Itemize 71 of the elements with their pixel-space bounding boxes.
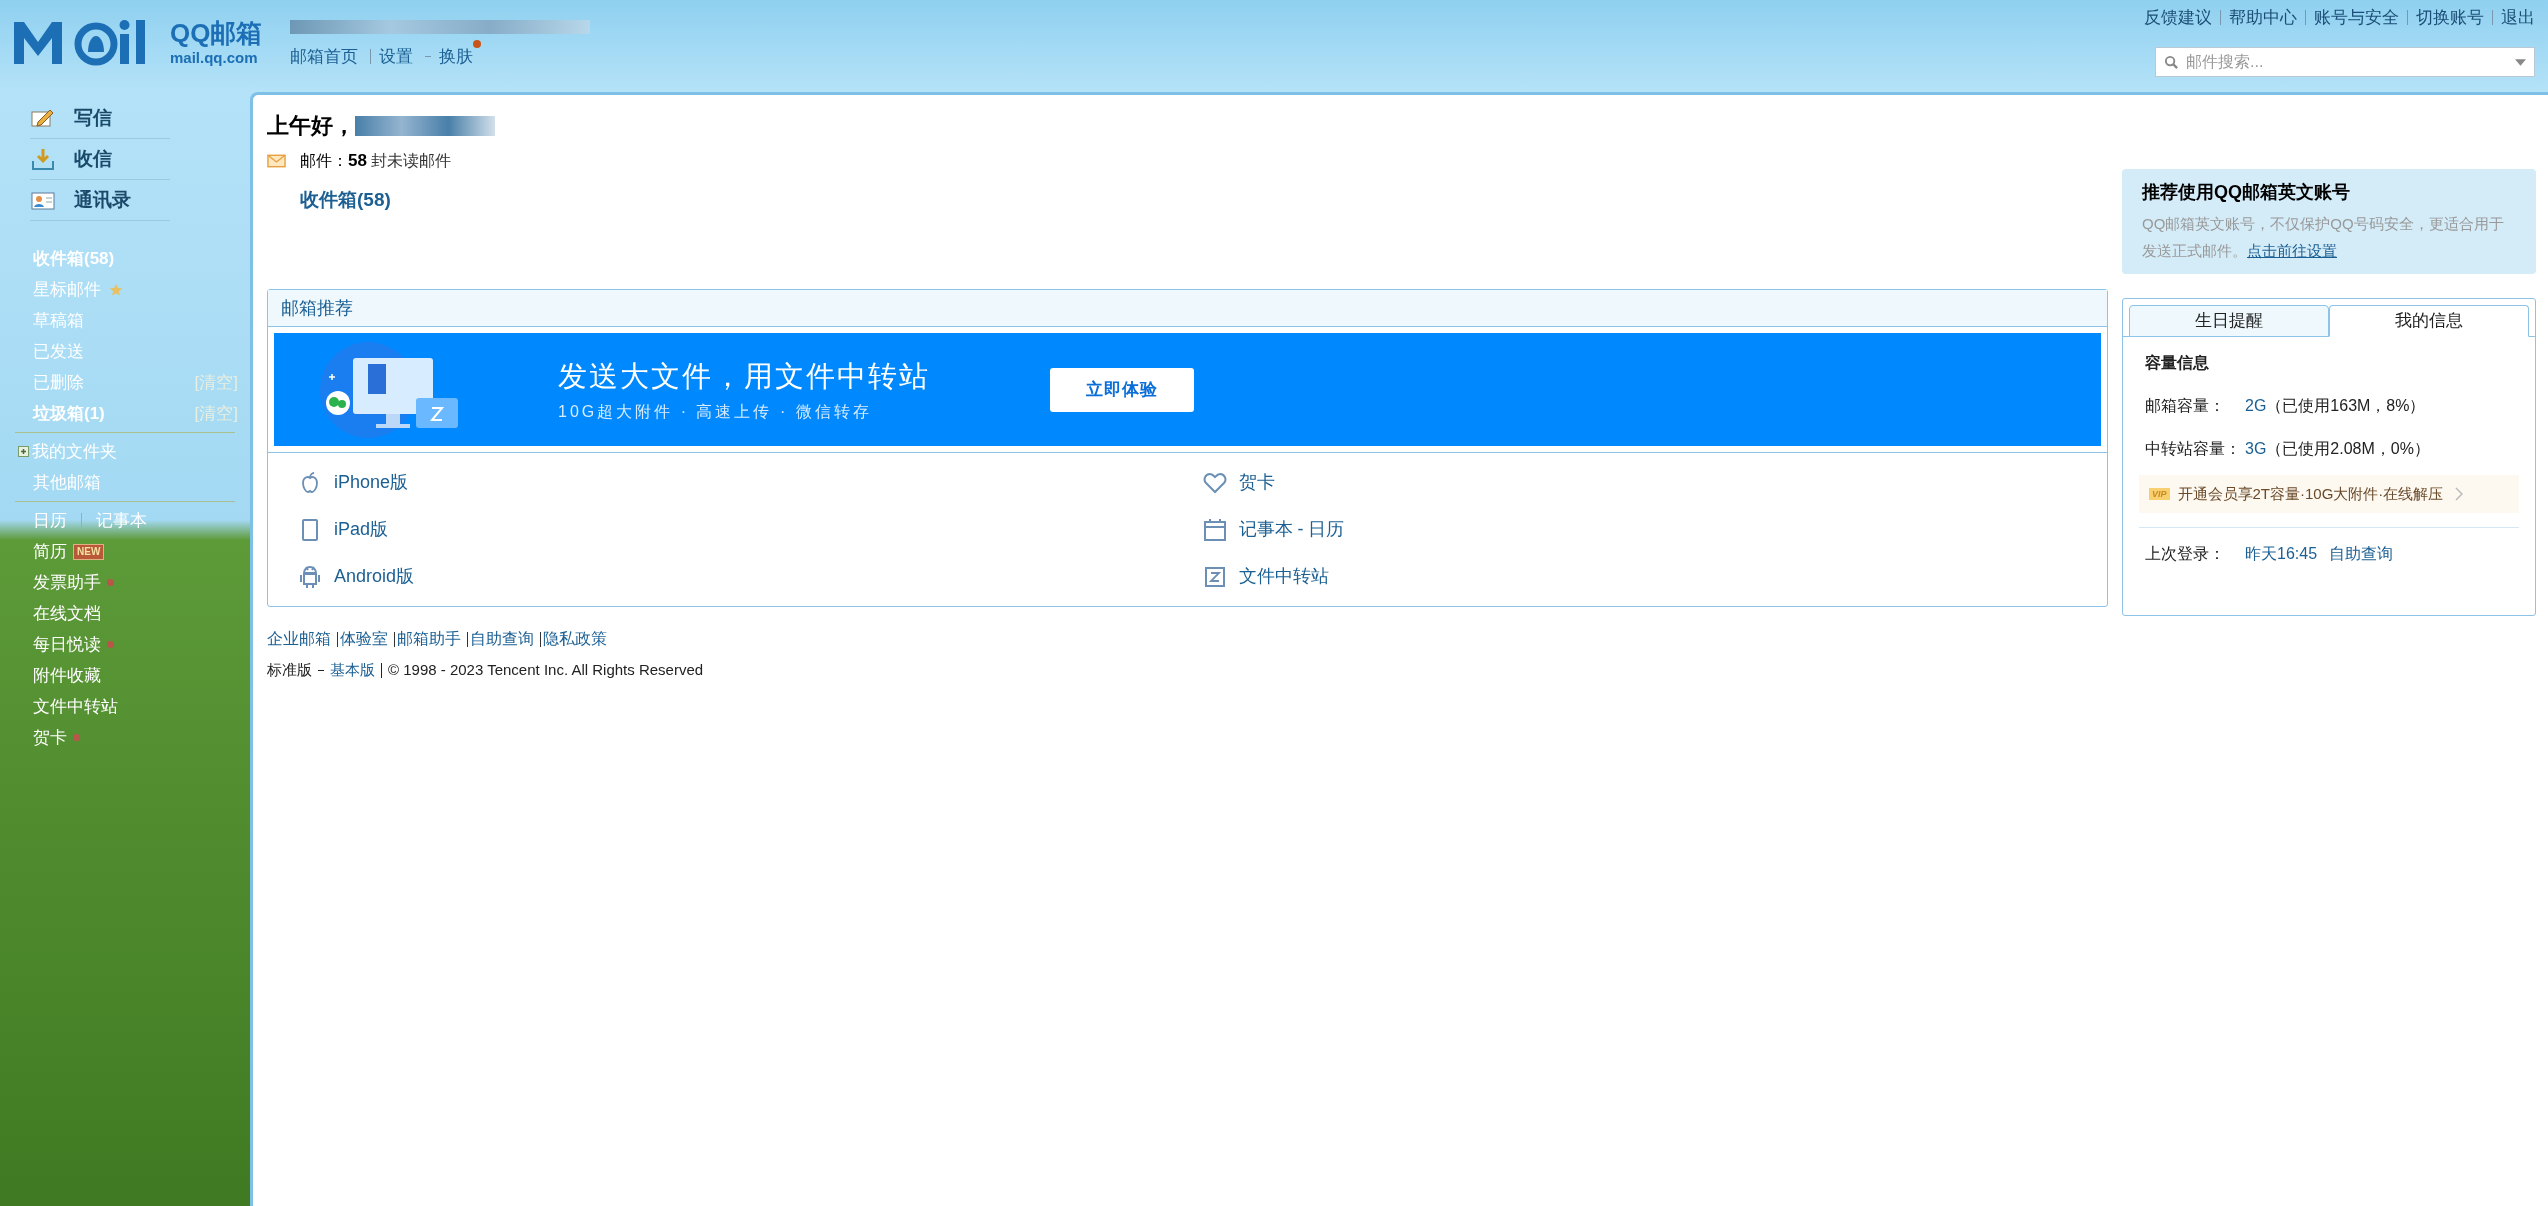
nav-link[interactable]: 设置 [379, 44, 417, 70]
top-link[interactable]: 账号与安全 [2314, 5, 2399, 31]
edition-label: 标准版 [267, 660, 312, 680]
sidebar-action[interactable]: 通讯录 [30, 180, 170, 221]
footer-link[interactable]: 自助查询 [470, 627, 534, 651]
capacity-value[interactable]: 2G [2245, 394, 2267, 418]
footer-link[interactable]: 体验室 [340, 627, 388, 651]
top-link[interactable]: 反馈建议 [2144, 5, 2212, 31]
promo-text: QQ邮箱英文账号，不仅保护QQ号码安全，更适合用于发送正式邮件。点击前往设置 [2142, 214, 2505, 261]
app-link[interactable]: 记事本 - 日历 [1202, 506, 2107, 553]
footer-link[interactable]: 邮箱助手 [397, 627, 461, 651]
vip-badge: VIP [2149, 488, 2170, 500]
sidebar-action[interactable]: 收信 [30, 139, 170, 180]
vip-offer-link[interactable]: VIP 开通会员享2T容量·10G大附件·在线解压 [2139, 475, 2519, 513]
inbox-link[interactable]: 收件箱(58) [300, 185, 391, 214]
usage-detail: （已使用2.08M，0%） [2266, 439, 2430, 459]
footer-link[interactable]: 隐私政策 [543, 627, 607, 651]
info-tab[interactable]: 生日提醒 [2129, 305, 2329, 337]
app-link[interactable]: 文件中转站 [1202, 553, 2107, 600]
card-title: 邮箱推荐 [268, 290, 2107, 327]
app-link[interactable]: Android版 [298, 553, 1203, 600]
tool-link[interactable]: 在线文档 [33, 600, 101, 627]
greeting: 上午好， [267, 112, 355, 140]
footer-link[interactable]: 企业邮箱 [267, 627, 331, 651]
section-heading: 容量信息 [2145, 353, 2210, 373]
info-label: 中转站容量： [2145, 439, 2242, 459]
tool-link[interactable]: 贺卡 [33, 724, 67, 751]
nav-link[interactable]: 邮箱首页 [290, 44, 362, 70]
banner-headline: 发送大文件，用文件中转站 [558, 358, 930, 394]
search-icon [2164, 54, 2179, 70]
unread-link[interactable]: 封未读邮件 [371, 152, 452, 169]
basic-version-link[interactable]: 基本版 [330, 659, 375, 682]
heart-icon [1202, 470, 1227, 495]
calendar-icon [1202, 517, 1227, 542]
info-tab[interactable]: 我的信息 [2329, 305, 2529, 337]
info-label: 上次登录： [2145, 544, 2226, 564]
banner-subline: 10G超大附件 · 高速上传 · 微信转存 [558, 402, 873, 423]
top-link[interactable]: 切换账号 [2416, 5, 2484, 31]
tool-link[interactable]: 每日悦读 [33, 631, 101, 658]
app-link[interactable]: 贺卡 [1202, 459, 2107, 506]
envelope-icon [267, 153, 286, 168]
tool-link[interactable]: 文件中转站 [33, 693, 118, 720]
top-link[interactable]: 帮助中心 [2229, 5, 2297, 31]
settings-link[interactable]: 点击前往设置 [2247, 242, 2337, 259]
login-time: 昨天16:45 [2245, 544, 2318, 564]
expand-toggle-icon[interactable] [18, 446, 29, 457]
try-now-button[interactable]: 立即体验 [1050, 367, 1194, 412]
receive-icon [30, 147, 56, 171]
nav-link[interactable]: 换肤 [439, 44, 477, 70]
sidebar-action[interactable]: 写信 [30, 98, 170, 139]
copyright: © 1998 - 2023 Tencent Inc. All Rights Reserved [388, 660, 704, 680]
tool-link[interactable]: 发票助手 [33, 569, 101, 596]
android-icon [298, 564, 322, 589]
chevron-right-icon [2455, 487, 2464, 501]
capacity-value[interactable]: 3G [2245, 437, 2267, 461]
brand-name: QQ邮箱 [170, 19, 263, 46]
search-field[interactable]: 邮件搜索... [2155, 46, 2535, 77]
info-label: 邮箱容量： [2145, 396, 2226, 416]
top-link[interactable]: 退出 [2501, 5, 2535, 31]
dropdown-caret-icon [2515, 58, 2526, 66]
app-link[interactable]: iPad版 [298, 506, 1203, 553]
brand-domain: mail.qq.com [170, 49, 259, 65]
app-link[interactable]: iPhone版 [298, 459, 1203, 506]
tool-link[interactable]: 简历 [33, 538, 67, 565]
new-badge: NEW [73, 543, 105, 560]
promo-title: 推荐使用QQ邮箱英文账号 [2142, 181, 2351, 204]
unread-summary: 邮件：58 封未读邮件 [300, 150, 452, 172]
self-check-link[interactable]: 自助查询 [2329, 542, 2394, 566]
tool-link[interactable]: 附件收藏 [33, 662, 101, 689]
usage-detail: （已使用163M，8%） [2266, 396, 2426, 416]
transfer-icon [1202, 564, 1227, 589]
